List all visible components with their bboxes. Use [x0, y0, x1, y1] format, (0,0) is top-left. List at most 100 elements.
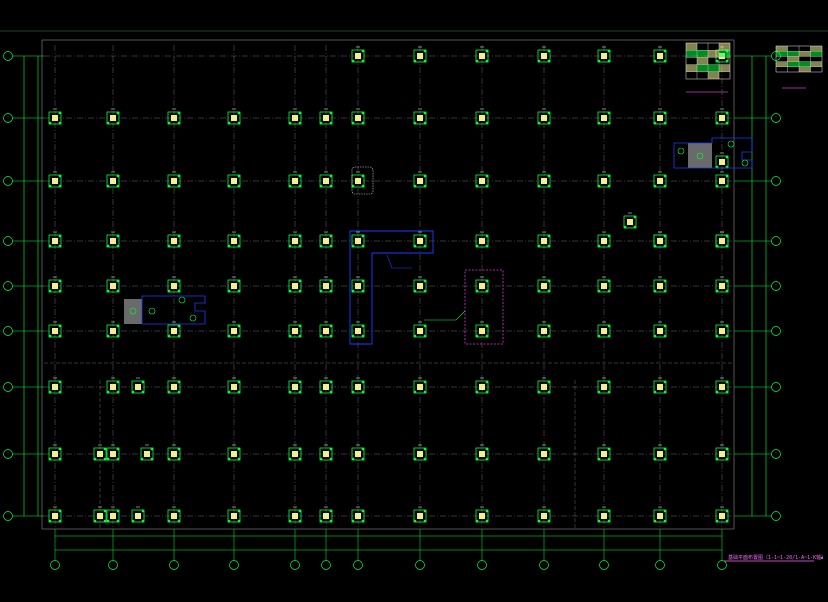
pile-icon	[423, 279, 427, 283]
pile-icon	[319, 289, 323, 293]
pile-icon	[715, 334, 719, 338]
pile-icon	[607, 279, 611, 283]
column-icon	[417, 283, 423, 289]
column-icon	[110, 328, 116, 334]
pile-icon	[361, 289, 365, 293]
pile-icon	[725, 111, 729, 115]
pile-icon	[597, 390, 601, 394]
pile-icon	[423, 121, 427, 125]
pile-icon	[141, 509, 145, 513]
pile-icon	[227, 121, 231, 125]
column-icon	[601, 513, 607, 519]
pile-icon	[58, 234, 62, 238]
legend-cell	[685, 50, 698, 58]
legend-cell	[718, 64, 731, 72]
column-icon	[52, 115, 58, 121]
pile-icon	[715, 390, 719, 394]
pile-icon	[298, 174, 302, 178]
pile-icon	[58, 457, 62, 461]
column-icon	[110, 384, 116, 390]
pile-icon	[361, 519, 365, 523]
pile-icon	[663, 519, 667, 523]
legend-cell	[696, 50, 709, 58]
axis-bubble-icon	[771, 449, 781, 459]
column-icon	[110, 513, 116, 519]
pile-icon	[663, 121, 667, 125]
pile-icon	[485, 390, 489, 394]
column-icon	[323, 384, 329, 390]
pile-icon	[361, 457, 365, 461]
pile-icon	[653, 457, 657, 461]
pile-icon	[58, 184, 62, 188]
column-icon	[231, 238, 237, 244]
pile-icon	[485, 324, 489, 328]
axis-bubble-icon	[3, 449, 13, 459]
pile-icon	[227, 334, 231, 338]
pile-icon	[48, 457, 52, 461]
pile-icon	[329, 289, 333, 293]
column-icon	[355, 178, 361, 184]
axis-bubble-icon	[3, 326, 13, 336]
column-icon	[231, 115, 237, 121]
pile-icon	[475, 244, 479, 248]
legend-cell	[787, 51, 800, 57]
pile-icon	[653, 334, 657, 338]
pile-icon	[663, 174, 667, 178]
pile-icon	[361, 59, 365, 63]
pile-icon	[298, 289, 302, 293]
column-icon	[601, 328, 607, 334]
column-icon	[719, 283, 725, 289]
pile-icon	[547, 244, 551, 248]
pile-icon	[351, 121, 355, 125]
cad-drawing-canvas[interactable]: 基础平面布置图（1-1~1-20/1-A~1-K轴）	[0, 0, 828, 602]
column-icon	[231, 513, 237, 519]
pile-icon	[48, 121, 52, 125]
legend-cell	[685, 64, 698, 72]
legend-cell	[787, 61, 800, 67]
pile-icon	[663, 234, 667, 238]
pile-icon	[547, 334, 551, 338]
pile-icon	[423, 447, 427, 451]
pile-icon	[298, 509, 302, 513]
pile-icon	[298, 184, 302, 188]
pile-icon	[167, 457, 171, 461]
pile-icon	[663, 324, 667, 328]
pile-icon	[106, 334, 110, 338]
axis-bubble-icon	[290, 560, 300, 570]
axis-bubble-icon	[771, 326, 781, 336]
pile-icon	[319, 184, 323, 188]
pile-icon	[475, 121, 479, 125]
pile-icon	[116, 289, 120, 293]
pile-icon	[361, 121, 365, 125]
sheet-marker	[821, 557, 823, 559]
pile-icon	[607, 447, 611, 451]
pile-icon	[298, 244, 302, 248]
pile-icon	[485, 447, 489, 451]
axis-bubble-icon	[3, 176, 13, 186]
pile-icon	[237, 111, 241, 115]
column-icon	[110, 451, 116, 457]
legend-cell	[775, 45, 788, 52]
legend-cell	[798, 66, 811, 73]
column-icon	[292, 513, 298, 519]
pile-icon	[329, 390, 333, 394]
pile-icon	[329, 457, 333, 461]
pile-icon	[663, 49, 667, 53]
column-icon	[171, 328, 177, 334]
pile-icon	[361, 234, 365, 238]
pile-icon	[298, 334, 302, 338]
pile-icon	[237, 519, 241, 523]
pile-icon	[298, 519, 302, 523]
pile-icon	[177, 244, 181, 248]
pile-icon	[227, 184, 231, 188]
pile-icon	[177, 457, 181, 461]
pile-icon	[485, 334, 489, 338]
pile-icon	[423, 457, 427, 461]
column-icon	[52, 384, 58, 390]
pile-icon	[413, 289, 417, 293]
pile-icon	[607, 334, 611, 338]
pile-icon	[177, 447, 181, 451]
pile-icon	[319, 457, 323, 461]
pile-icon	[177, 174, 181, 178]
pile-icon	[116, 390, 120, 394]
